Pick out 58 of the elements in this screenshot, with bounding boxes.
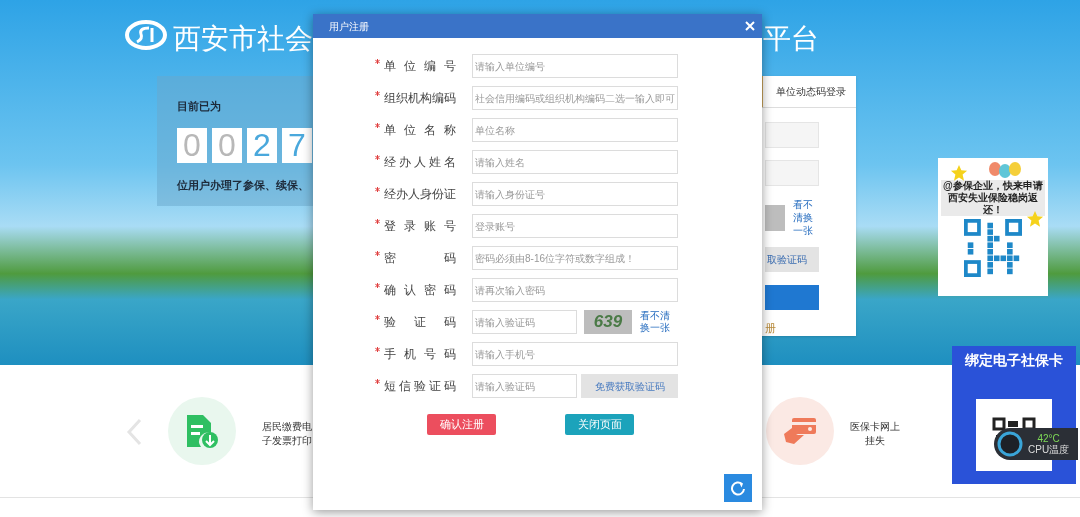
counter-digit: 7 bbox=[282, 127, 312, 163]
logo-icon bbox=[125, 20, 167, 50]
service-label[interactable]: 医保卡网上挂失 bbox=[850, 420, 900, 448]
field-label: 经办人姓名 bbox=[384, 154, 456, 171]
input-field[interactable]: 请输入验证码 bbox=[472, 374, 577, 398]
refresh-button[interactable] bbox=[724, 474, 752, 502]
poster-text: @参保企业，快来申请西安失业保险稳岗返还！ bbox=[941, 180, 1045, 216]
input-field[interactable]: 请输入单位编号 bbox=[472, 54, 678, 78]
input-field[interactable]: 请输入姓名 bbox=[472, 150, 678, 174]
field-label: 短信验证码 bbox=[384, 378, 456, 395]
qr-code-icon bbox=[964, 219, 1022, 277]
input-field[interactable]: 请输入身份证号 bbox=[472, 182, 678, 206]
confirm-button[interactable]: 确认注册 bbox=[427, 414, 496, 435]
input-field[interactable] bbox=[765, 160, 819, 186]
input-field[interactable]: 请输入验证码 bbox=[472, 310, 577, 334]
field-label: 密码 bbox=[384, 250, 456, 267]
field-label: 组织机构编码 bbox=[384, 90, 456, 107]
get-code-button[interactable]: 免费获取验证码 bbox=[581, 374, 678, 398]
login-tab[interactable]: 单位动态码登录 bbox=[776, 84, 846, 100]
input-field[interactable]: 请输入手机号 bbox=[472, 342, 678, 366]
field-label: 验证码 bbox=[384, 314, 456, 331]
input-field[interactable]: 请再次输入密码 bbox=[472, 278, 678, 302]
gauge-ring-icon bbox=[996, 430, 1024, 458]
captcha-image: 639 bbox=[584, 310, 632, 334]
refresh-captcha-link[interactable]: 看不清换一张 bbox=[793, 198, 819, 237]
input-field[interactable]: 单位名称 bbox=[472, 118, 678, 142]
star-icon bbox=[950, 164, 968, 182]
refresh-captcha-link[interactable]: 看不清换一张 bbox=[640, 310, 672, 334]
site-title: 平台 bbox=[763, 22, 819, 56]
counter-digit: 0 bbox=[177, 127, 207, 163]
register-link[interactable]: 册 bbox=[765, 319, 776, 336]
document-download-icon bbox=[185, 413, 219, 449]
refresh-icon bbox=[730, 480, 746, 496]
ad-title: 绑定电子社保卡 bbox=[965, 351, 1063, 370]
cpu-temperature: 42°C bbox=[1037, 432, 1060, 444]
field-label: 单位名称 bbox=[384, 122, 456, 139]
close-page-button[interactable]: 关闭页面 bbox=[565, 414, 634, 435]
counter-digit: 0 bbox=[212, 127, 242, 163]
site-title: 西安市社会 bbox=[173, 22, 313, 56]
input-field[interactable]: 密码必须由8-16位字符或数字组成！ bbox=[472, 246, 678, 270]
field-label: 手机号码 bbox=[384, 346, 456, 363]
captcha-image bbox=[765, 204, 785, 231]
get-code-button[interactable]: 取验证码 bbox=[765, 247, 819, 272]
dialog-title: 用户注册 bbox=[329, 19, 369, 34]
field-label: 登录账号 bbox=[384, 218, 456, 235]
input-field[interactable]: 登录账号 bbox=[472, 214, 678, 238]
field-label: 确认密码 bbox=[384, 282, 456, 299]
counter-digit: 2 bbox=[247, 127, 277, 163]
counter-caption: 目前已为 bbox=[177, 99, 222, 114]
login-button[interactable] bbox=[765, 284, 819, 310]
card-in-hand-icon bbox=[782, 416, 818, 446]
input-field[interactable] bbox=[765, 122, 819, 149]
star-icon bbox=[1026, 210, 1044, 228]
field-label: 经办人身份证 bbox=[384, 186, 456, 203]
service-label[interactable]: 居民缴费电子发票打印 bbox=[262, 420, 312, 448]
counter-text: 位用户办理了参保、续保、 bbox=[177, 177, 310, 193]
cpu-label: CPU温度 bbox=[1028, 443, 1070, 456]
field-label: 单位编号 bbox=[384, 58, 456, 75]
